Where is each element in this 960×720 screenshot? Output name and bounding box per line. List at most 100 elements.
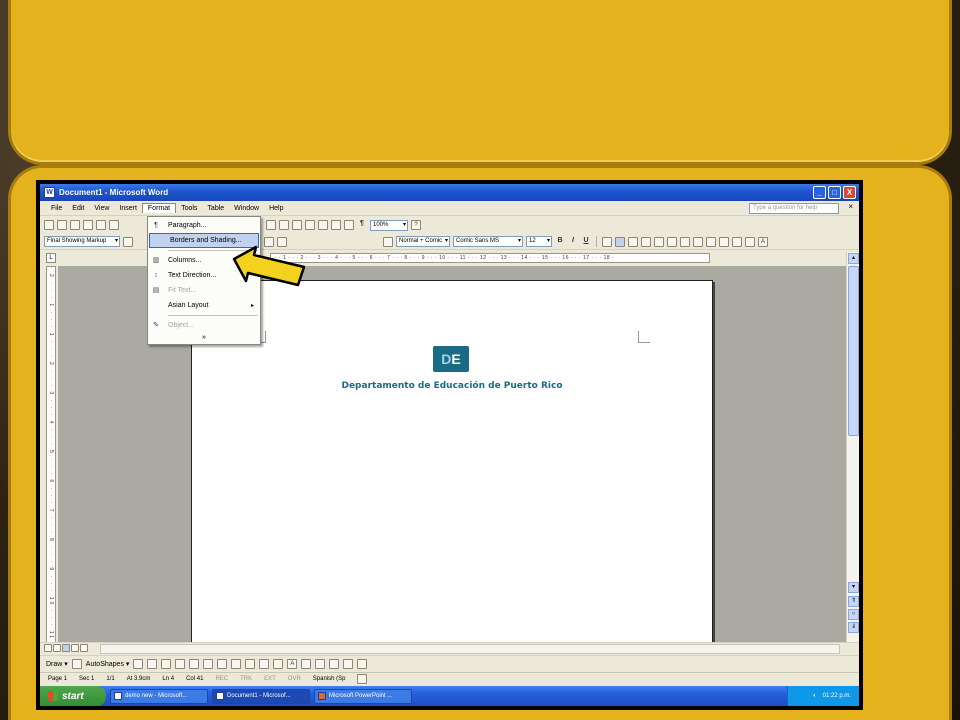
maximize-button[interactable]: □: [828, 186, 841, 199]
menu-table[interactable]: Table: [202, 204, 229, 213]
align-left-icon[interactable]: [602, 236, 612, 247]
menu-edit[interactable]: Edit: [67, 204, 89, 213]
start-button[interactable]: start: [40, 686, 106, 706]
normal-view-icon[interactable]: [44, 644, 52, 652]
font-select[interactable]: Comic Sans MS: [453, 236, 523, 247]
reading-layout-icon[interactable]: [80, 644, 88, 652]
draw-menu[interactable]: Draw ▾: [46, 660, 68, 668]
taskbar-item-document1[interactable]: Document1 - Microsof...: [212, 688, 310, 704]
3d-style-icon[interactable]: [357, 658, 368, 669]
scroll-thumb[interactable]: [848, 266, 859, 436]
line-style-icon[interactable]: [301, 658, 312, 669]
arrow-icon[interactable]: [147, 658, 158, 669]
vertical-scrollbar[interactable]: ▴ ▾ ⇑ ○ ⇓: [846, 252, 859, 642]
document-close-icon[interactable]: ×: [848, 202, 853, 211]
increase-indent-icon[interactable]: [719, 236, 729, 247]
menu-format[interactable]: Format: [141, 203, 177, 213]
autoshapes-menu[interactable]: AutoShapes ▾: [86, 660, 130, 668]
menu-help[interactable]: Help: [264, 204, 288, 213]
close-button[interactable]: X: [843, 186, 856, 199]
web-layout-view-icon[interactable]: [53, 644, 61, 652]
menu-insert[interactable]: Insert: [114, 204, 142, 213]
highlight-color-icon[interactable]: [745, 236, 755, 247]
insert-table-icon[interactable]: [292, 220, 302, 230]
wordart-icon[interactable]: [203, 658, 214, 669]
bold-button[interactable]: B: [555, 237, 565, 247]
tables-borders-icon[interactable]: [279, 220, 289, 230]
columns-icon[interactable]: [318, 220, 328, 230]
drawing-icon[interactable]: [331, 220, 341, 230]
show-markup-icon[interactable]: [123, 236, 133, 247]
minimize-button[interactable]: _: [813, 186, 826, 199]
select-objects-icon[interactable]: [71, 658, 82, 669]
styles-pane-icon[interactable]: [383, 236, 393, 247]
tray-network-icon[interactable]: ◐: [813, 693, 817, 699]
fill-color-icon[interactable]: [259, 658, 270, 669]
zoom-select[interactable]: 100%: [370, 219, 408, 231]
new-document-icon[interactable]: [44, 220, 54, 230]
scroll-up-icon[interactable]: ▴: [848, 253, 859, 264]
clip-art-icon[interactable]: [231, 658, 242, 669]
font-color-icon[interactable]: A: [758, 236, 768, 247]
numbering-icon[interactable]: [680, 236, 690, 247]
align-right-icon[interactable]: [628, 236, 638, 247]
italic-button[interactable]: I: [568, 237, 578, 247]
document-page[interactable]: DE Departamento de Educación de Puerto R…: [191, 280, 713, 642]
shadow-style-icon[interactable]: [343, 658, 354, 669]
outside-border-icon[interactable]: [732, 236, 742, 247]
arrow-style-icon[interactable]: [329, 658, 340, 669]
tab-selector[interactable]: L: [46, 253, 56, 263]
save-icon[interactable]: [70, 220, 80, 230]
hyperlink-icon[interactable]: [266, 220, 276, 230]
open-folder-icon[interactable]: [57, 220, 67, 230]
font-color-draw-icon[interactable]: A: [287, 658, 298, 669]
horizontal-scrollbar[interactable]: [100, 644, 840, 654]
style-select[interactable]: Normal + Comic: [396, 236, 450, 247]
status-ovr[interactable]: OVR: [288, 676, 301, 682]
line-spacing-icon[interactable]: [667, 236, 677, 247]
menu-file[interactable]: File: [46, 204, 67, 213]
line-icon[interactable]: [133, 658, 144, 669]
justify-icon[interactable]: [641, 236, 651, 247]
decrease-indent-icon[interactable]: [706, 236, 716, 247]
diagram-icon[interactable]: [217, 658, 228, 669]
menu-item-paragraph[interactable]: ¶ Paragraph...: [148, 218, 260, 233]
dash-style-icon[interactable]: [315, 658, 326, 669]
title-bar[interactable]: W Document1 - Microsoft Word _ □ X: [40, 184, 859, 201]
status-ext[interactable]: EXT: [264, 676, 276, 682]
font-size-select[interactable]: 12: [526, 236, 552, 247]
menu-view[interactable]: View: [89, 204, 114, 213]
menu-window[interactable]: Window: [229, 204, 264, 213]
spelling-status-icon[interactable]: [357, 674, 368, 684]
document-map-icon[interactable]: [344, 220, 354, 230]
print-icon[interactable]: [109, 220, 119, 230]
taskbar-item-demo[interactable]: demo new - Microsoft...: [110, 688, 208, 704]
print-layout-view-icon[interactable]: [62, 644, 70, 652]
rectangle-icon[interactable]: [161, 658, 172, 669]
help-question-input[interactable]: Type a question for help: [749, 203, 839, 214]
select-browse-object-icon[interactable]: ○: [848, 609, 859, 620]
picture-icon[interactable]: [245, 658, 256, 669]
menu-item-asian-layout[interactable]: Asian Layout ▸: [148, 298, 260, 313]
next-page-icon[interactable]: ⇓: [848, 622, 859, 633]
outline-view-icon[interactable]: [71, 644, 79, 652]
underline-button[interactable]: U: [581, 237, 591, 247]
previous-page-icon[interactable]: ⇑: [848, 596, 859, 607]
markup-select[interactable]: Final Showing Markup: [44, 236, 120, 247]
menu-tools[interactable]: Tools: [176, 204, 202, 213]
line-color-icon[interactable]: [273, 658, 284, 669]
vertical-ruler[interactable]: · 2 · · · 1 · · · 1 · · · 2 · · · 3 · · …: [46, 266, 56, 646]
email-icon[interactable]: [96, 220, 106, 230]
insert-excel-icon[interactable]: [305, 220, 315, 230]
taskbar-item-powerpoint[interactable]: Microsoft PowerPoint ...: [314, 688, 412, 704]
text-box-icon[interactable]: [189, 658, 200, 669]
horizontal-ruler[interactable]: · · 1 · · · 2 · · · 3 · · · 4 · · · 5 · …: [270, 253, 710, 263]
scroll-down-icon[interactable]: ▾: [848, 582, 859, 593]
status-trk[interactable]: TRK: [240, 676, 252, 682]
status-rec[interactable]: REC: [215, 676, 228, 682]
distributed-icon[interactable]: [654, 236, 664, 247]
permission-icon[interactable]: [83, 220, 93, 230]
show-hide-pilcrow-icon[interactable]: ¶: [357, 220, 367, 230]
align-center-icon[interactable]: [615, 236, 625, 247]
help-icon[interactable]: ?: [411, 220, 421, 230]
